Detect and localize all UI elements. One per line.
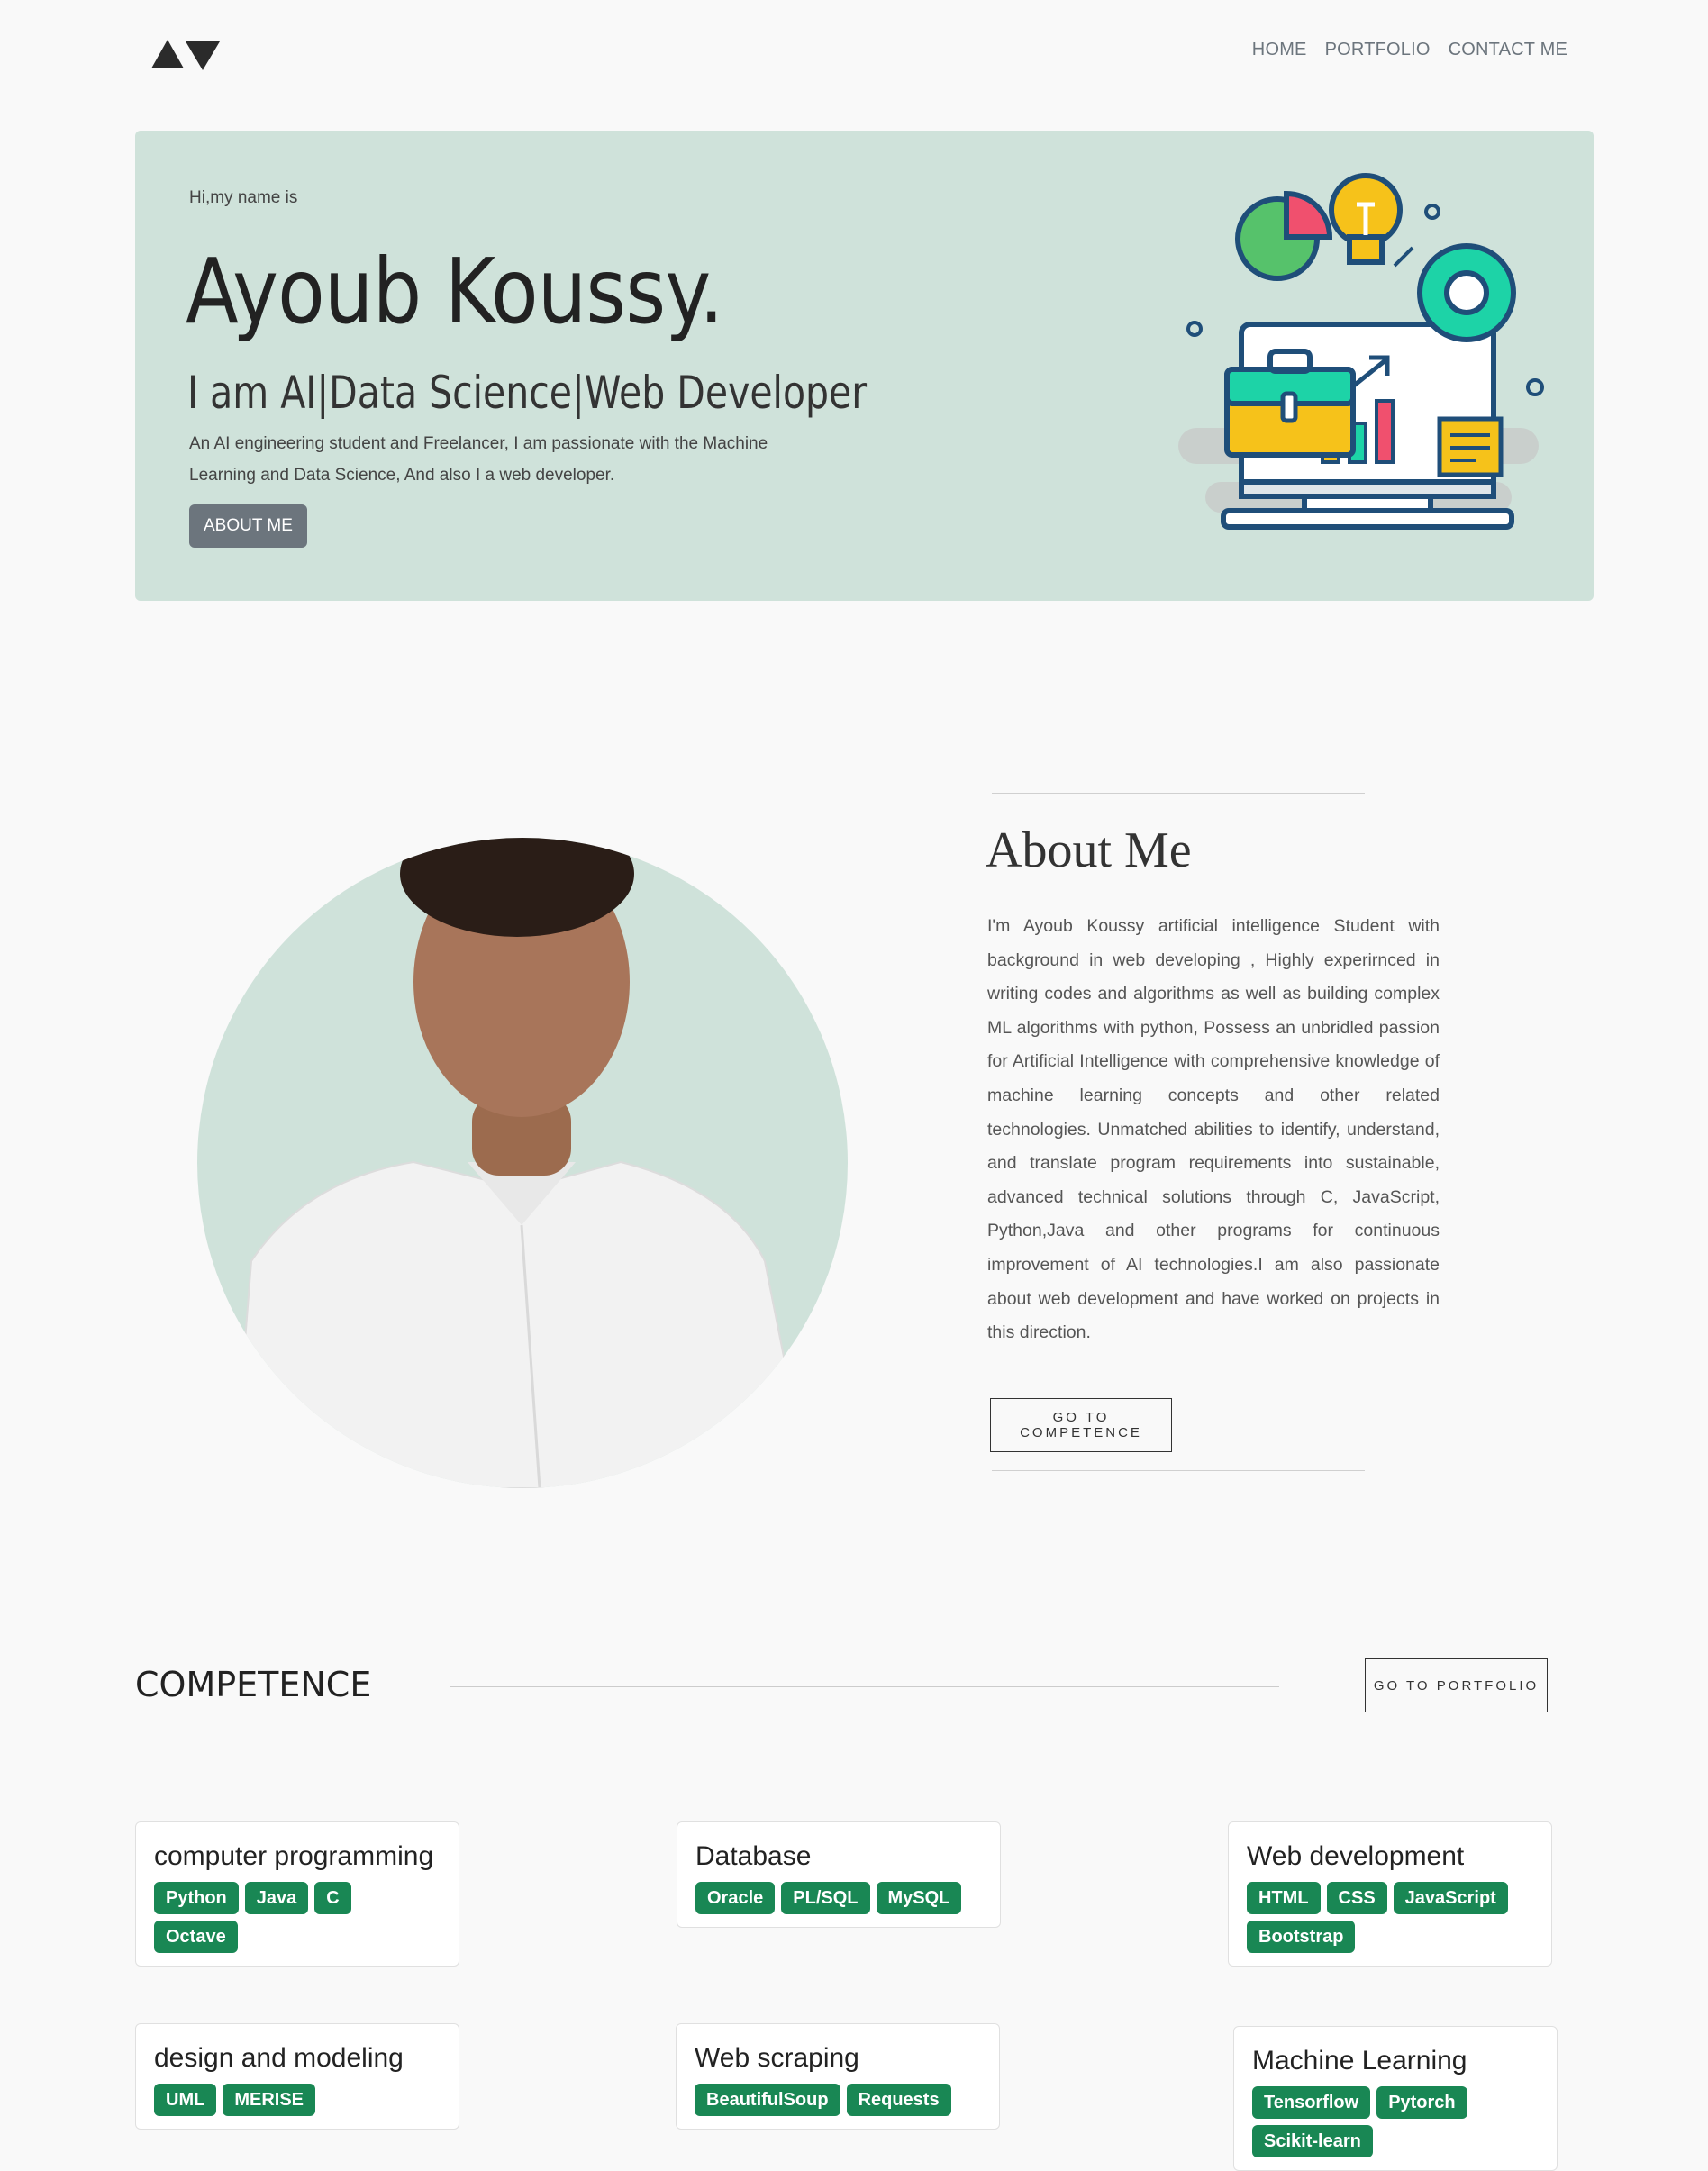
skill-badge: Octave	[154, 1921, 238, 1953]
person-figure	[232, 838, 812, 1488]
skill-badge: Python	[154, 1882, 239, 1914]
nav-contact-link[interactable]: CONTACT ME	[1449, 40, 1567, 60]
go-to-portfolio-button[interactable]: GO TO PORTFOLIO	[1365, 1658, 1548, 1712]
hero-description-line: An AI engineering student and Freelancer…	[189, 434, 768, 453]
go-to-competence-button[interactable]: GO TO COMPETENCE	[990, 1398, 1172, 1452]
hero-name: Ayoub Koussy.	[186, 239, 723, 344]
skill-badge: HTML	[1247, 1882, 1321, 1914]
top-nav: HOME PORTFOLIO CONTACT ME	[1252, 40, 1567, 60]
skill-card-web-development: Web development HTML CSS JavaScript Boot…	[1228, 1821, 1552, 1967]
about-title: About Me	[986, 822, 1192, 878]
skill-badge: MySQL	[876, 1882, 962, 1914]
skill-card-database: Database Oracle PL/SQL MySQL	[677, 1821, 1001, 1928]
skill-badge: Requests	[846, 2084, 951, 2116]
card-title: Database	[695, 1841, 812, 1871]
business-laptop-illustration	[1178, 173, 1544, 530]
skill-badges: HTML CSS JavaScript Bootstrap	[1247, 1882, 1533, 1953]
hero-description-line: Learning and Data Science, And also I a …	[189, 466, 615, 485]
skill-card-design: design and modeling UML MERISE	[135, 2023, 459, 2130]
skill-badge: Scikit-learn	[1252, 2125, 1373, 2157]
skill-badge: JavaScript	[1393, 1882, 1508, 1914]
hero-role: I am AI|Data Science|Web Developer	[187, 367, 868, 419]
skill-badges: Tensorflow Pytorch Scikit-learn	[1252, 2086, 1539, 2157]
hero-greeting: Hi,my name is	[189, 188, 298, 207]
competence-title: COMPETENCE	[135, 1665, 372, 1704]
about-text: I'm Ayoub Koussy artificial intelligence…	[987, 916, 1440, 1343]
skill-card-machine-learning: Machine Learning Tensorflow Pytorch Scik…	[1233, 2026, 1558, 2171]
skill-badge: Oracle	[695, 1882, 776, 1914]
site-logo[interactable]	[151, 36, 222, 72]
skill-badges: Oracle PL/SQL MySQL	[695, 1882, 982, 1914]
competence-divider	[450, 1686, 1279, 1687]
nav-portfolio-link[interactable]: PORTFOLIO	[1325, 40, 1431, 60]
nav-home-link[interactable]: HOME	[1252, 40, 1307, 60]
skill-badge: CSS	[1326, 1882, 1387, 1914]
profile-photo	[197, 838, 848, 1488]
skill-badge: BeautifulSoup	[695, 2084, 840, 2116]
skill-badges: BeautifulSoup Requests	[695, 2084, 981, 2116]
skill-badges: Python Java C Octave	[154, 1882, 441, 1953]
skill-badge: PL/SQL	[781, 1882, 870, 1914]
skill-badge: Bootstrap	[1247, 1921, 1356, 1953]
skill-badge: UML	[154, 2084, 217, 2116]
skill-card-web-scraping: Web scraping BeautifulSoup Requests	[676, 2023, 1000, 2130]
about-divider-top	[992, 793, 1365, 794]
hero-banner: Hi,my name is Ayoub Koussy. I am AI|Data…	[135, 131, 1594, 601]
card-title: Web scraping	[695, 2043, 859, 2073]
skill-badge: C	[314, 1882, 351, 1914]
skill-badge: MERISE	[223, 2084, 316, 2116]
skill-badges: UML MERISE	[154, 2084, 441, 2116]
card-title: design and modeling	[154, 2043, 404, 2073]
skill-badge: Pytorch	[1376, 2086, 1467, 2119]
skill-card-programming: computer programming Python Java C Octav…	[135, 1821, 459, 1967]
skill-badge: Java	[244, 1882, 309, 1914]
skill-badge: Tensorflow	[1252, 2086, 1371, 2119]
card-title: Web development	[1247, 1841, 1465, 1871]
card-title: Machine Learning	[1252, 2046, 1467, 2076]
about-me-button[interactable]: ABOUT ME	[189, 504, 307, 548]
card-title: computer programming	[154, 1841, 434, 1871]
hero-description: An AI engineering student and Freelancer…	[189, 428, 838, 491]
about-divider-bottom	[992, 1470, 1365, 1471]
